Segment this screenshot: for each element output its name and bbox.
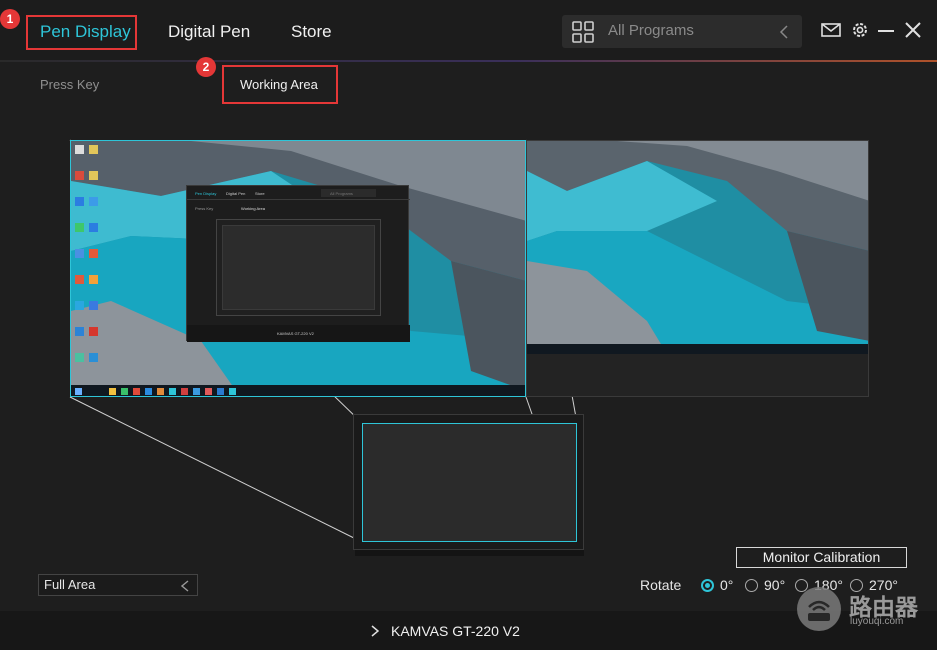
mini-search-label: All Programs xyxy=(330,191,353,196)
rotate-90-label: 90° xyxy=(764,577,786,593)
secondary-monitor-preview[interactable] xyxy=(526,140,869,397)
tablet-bottom-edge xyxy=(355,550,584,556)
area-select[interactable]: Full Area xyxy=(38,574,198,596)
mini-subtab-press-key: Press Key xyxy=(195,206,214,211)
chevron-right-icon[interactable] xyxy=(371,625,379,637)
chevron-left-icon xyxy=(181,580,189,592)
rotate-0-radio[interactable] xyxy=(701,579,714,592)
primary-monitor-preview[interactable]: Pen Display Digital Pen Store All Progra… xyxy=(70,140,526,397)
mini-subtab-working-area: Working Area xyxy=(241,206,265,211)
area-select-value: Full Area xyxy=(44,577,96,592)
mini-device-name: KAMVAS GT-220 V2 xyxy=(277,331,314,336)
mini-app-window: Pen Display Digital Pen Store All Progra… xyxy=(186,185,410,342)
mini-tab-store: Store xyxy=(255,191,265,196)
desktop-wallpaper-2 xyxy=(527,141,868,354)
rotate-90-radio[interactable] xyxy=(745,579,758,592)
mini-tablet-frame xyxy=(216,219,381,316)
desktop-icons xyxy=(75,145,115,375)
router-logo-icon xyxy=(797,587,841,631)
monitor-calibration-button[interactable]: Monitor Calibration xyxy=(736,547,907,568)
rotate-label: Rotate xyxy=(640,577,682,593)
watermark-url: luyouqi.com xyxy=(850,616,904,627)
mini-tab-digital-pen: Digital Pen xyxy=(226,191,246,196)
mini-tab-pen-display: Pen Display xyxy=(195,191,217,196)
taskbar xyxy=(71,385,525,396)
rotate-0-label: 0° xyxy=(720,577,734,593)
device-name[interactable]: KAMVAS GT-220 V2 xyxy=(391,623,520,639)
tablet-active-area[interactable] xyxy=(362,423,577,542)
